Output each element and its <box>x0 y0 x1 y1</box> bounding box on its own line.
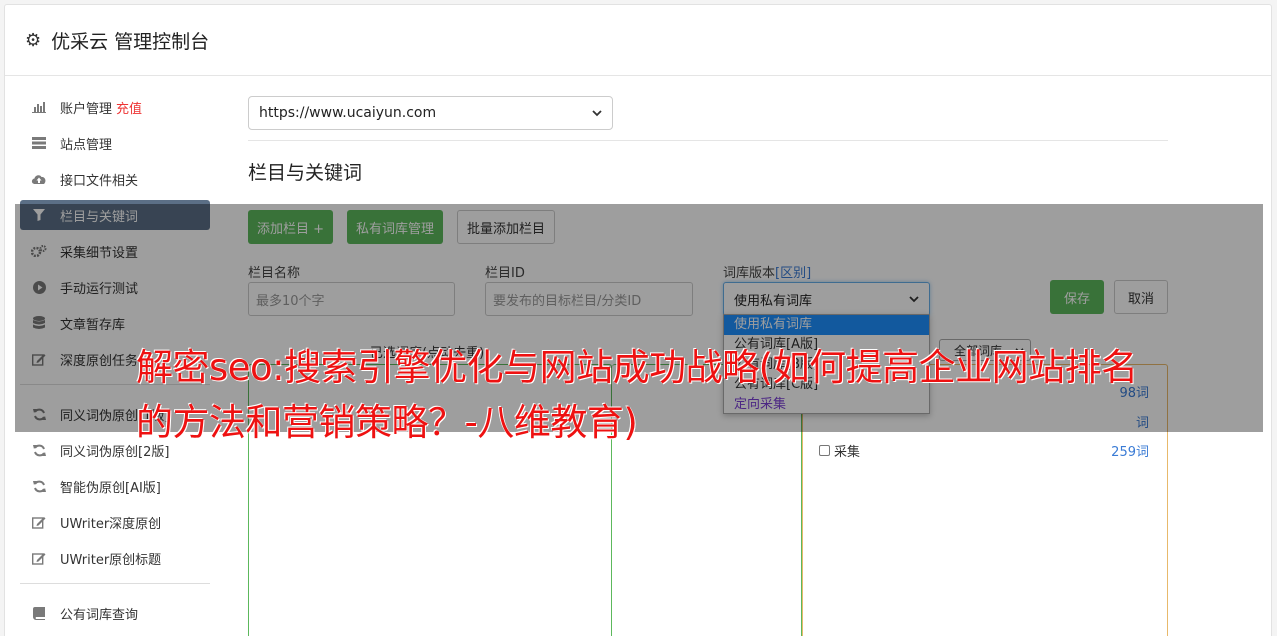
sidebar-item-label: UWriter深度原创 <box>60 516 162 532</box>
refresh-icon <box>31 479 47 493</box>
diff-link[interactable]: [区别] <box>775 266 811 281</box>
section-title: 栏目与关键词 <box>248 162 363 184</box>
column-id-group: 栏目ID 要发布的目标栏目/分类ID <box>485 262 693 316</box>
sidebar-item-collect-settings[interactable]: 采集细节设置 <box>20 236 210 266</box>
bar-chart-icon <box>31 100 47 114</box>
sidebar-item-label: 公有词库查询 <box>60 607 139 623</box>
cloud-upload-icon <box>31 172 47 186</box>
sidebar-item-account[interactable]: 账户管理 充值 <box>20 92 210 122</box>
watermark-title: 解密seo:搜索引擎优化与网站成功战略(如何提高企业网站排名的方法和营销策略？-… <box>136 346 1138 444</box>
lib-version-label-text: 词库版本 <box>723 266 776 281</box>
sidebar-item-public-lib[interactable]: 公有词库查询 <box>20 598 210 628</box>
sidebar-item-label: UWriter原创标题 <box>60 552 162 568</box>
column-form: 栏目名称 最多10个字 栏目ID 要发布的目标栏目/分类ID 词库版本[区别] … <box>248 262 1168 322</box>
site-select[interactable]: https://www.ucaiyun.com <box>248 96 613 130</box>
sidebar-item-label: 账户管理 <box>60 101 113 117</box>
database-icon <box>31 316 47 330</box>
refresh-icon <box>31 443 47 457</box>
dropdown-option[interactable]: 使用私有词库 <box>724 315 929 335</box>
chevron-down-icon <box>909 292 919 307</box>
edit-icon <box>31 515 47 529</box>
sidebar-item-label: 采集细节设置 <box>60 245 139 261</box>
top-bar: ⚙ 优采云 管理控制台 <box>5 5 1271 76</box>
column-name-input[interactable]: 最多10个字 <box>248 282 455 316</box>
server-icon <box>31 136 47 150</box>
save-button[interactable]: 保存 <box>1050 280 1104 314</box>
edit-icon <box>31 352 47 366</box>
sidebar-item-interface[interactable]: 接口文件相关 <box>20 164 210 194</box>
sidebar-item-uwriter-title[interactable]: UWriter原创标题 <box>20 543 210 573</box>
filter-icon <box>31 208 47 222</box>
gear-icon: ⚙ <box>25 29 42 51</box>
site-select-value: https://www.ucaiyun.com <box>259 105 437 121</box>
sidebar-item-article-store[interactable]: 文章暂存库 <box>20 308 210 338</box>
sidebar-item-label: 文章暂存库 <box>60 317 126 333</box>
app-title: 优采云 管理控制台 <box>51 30 210 53</box>
cancel-button[interactable]: 取消 <box>1114 280 1168 314</box>
lib-version-select[interactable]: 使用私有词库 <box>723 282 930 316</box>
chevron-down-icon <box>592 105 602 121</box>
sidebar-item-sites[interactable]: 站点管理 <box>20 128 210 158</box>
column-name-group: 栏目名称 最多10个字 <box>248 262 455 316</box>
private-lib-button[interactable]: 私有词库管理 <box>347 210 444 244</box>
lib-version-value: 使用私有词库 <box>734 293 813 309</box>
refresh-icon <box>31 407 47 421</box>
column-id-label: 栏目ID <box>485 266 525 281</box>
sidebar-item-label: 接口文件相关 <box>60 173 139 189</box>
edit-icon <box>31 551 47 565</box>
add-column-button[interactable]: 添加栏目 + <box>248 210 334 244</box>
play-circle-icon <box>31 280 47 294</box>
column-id-input[interactable]: 要发布的目标栏目/分类ID <box>485 282 693 316</box>
sidebar-divider <box>20 583 210 584</box>
lib-version-group: 词库版本[区别] 使用私有词库 <box>723 262 930 316</box>
sidebar-item-label: 站点管理 <box>60 137 113 153</box>
book-icon <box>31 606 47 620</box>
sidebar-item-label: 智能伪原创[AI版] <box>60 480 161 496</box>
sidebar-item-label: 手动运行测试 <box>60 281 139 297</box>
divider <box>248 140 1168 141</box>
sidebar-item-columns-keywords[interactable]: 栏目与关键词 <box>20 200 210 230</box>
sidebar-item-ai-rewrite[interactable]: 智能伪原创[AI版] <box>20 471 210 501</box>
cogs-icon <box>31 244 47 258</box>
sidebar-item-label: 深度原创任务 <box>60 353 139 369</box>
sidebar-item-manual-run[interactable]: 手动运行测试 <box>20 272 210 302</box>
sidebar-item-uwriter-deep[interactable]: UWriter深度原创 <box>20 507 210 537</box>
toolbar: 添加栏目 + 私有词库管理 批量添加栏目 <box>248 210 556 244</box>
recharge-link[interactable]: 充值 <box>116 98 142 117</box>
lib-version-label: 词库版本[区别] <box>723 262 930 281</box>
sidebar-item-label: 栏目与关键词 <box>60 209 139 225</box>
batch-add-button[interactable]: 批量添加栏目 <box>457 210 556 244</box>
column-name-label: 栏目名称 <box>248 266 301 281</box>
main-content: https://www.ucaiyun.com 栏目与关键词 添加栏目 + 私有… <box>248 96 1168 636</box>
